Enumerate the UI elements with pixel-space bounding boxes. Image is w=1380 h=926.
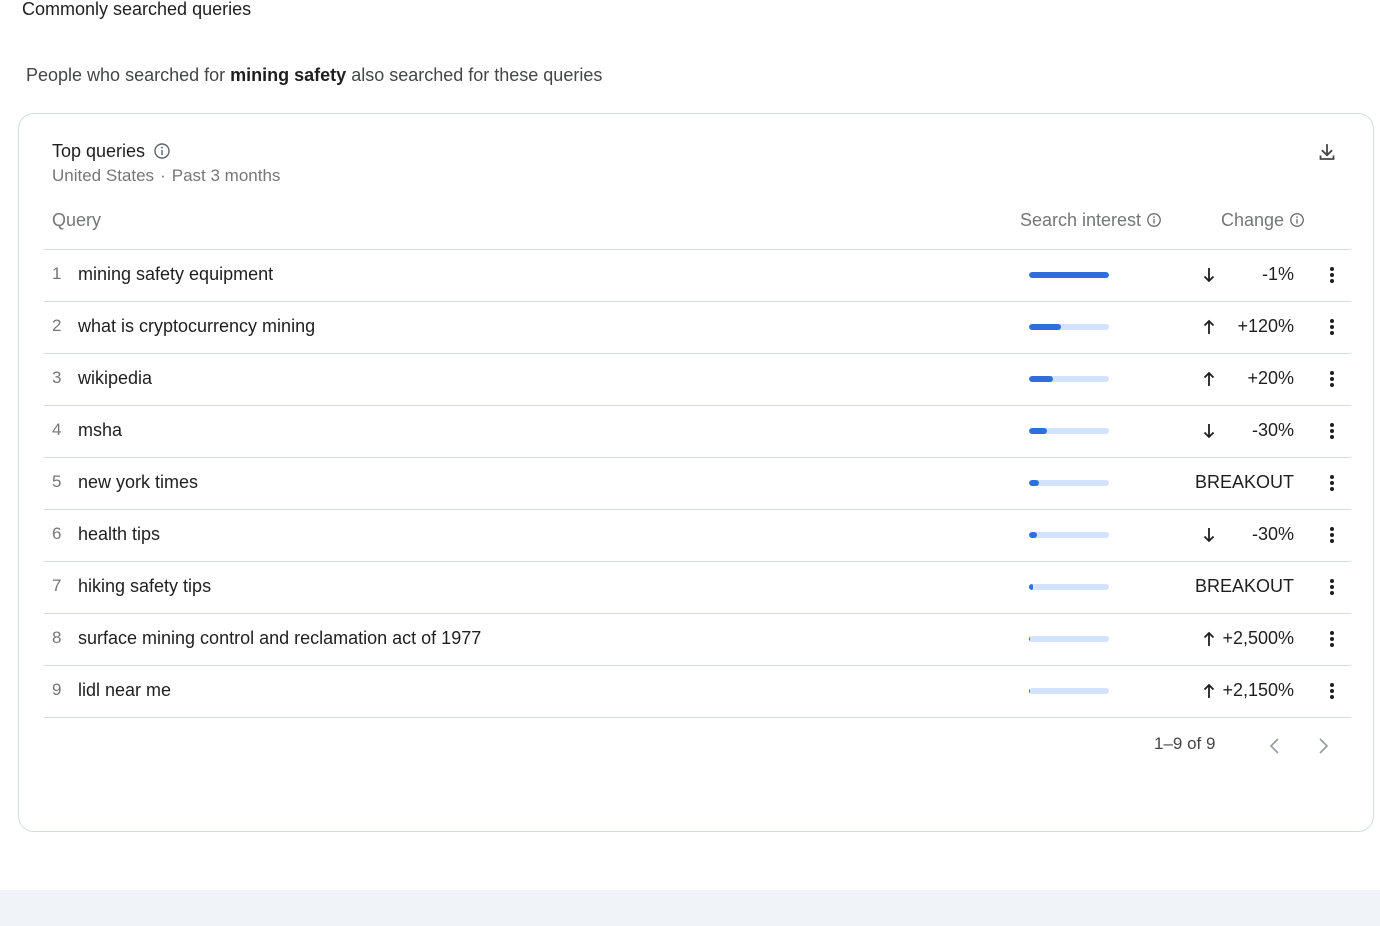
row-change: BREAKOUT: [1194, 472, 1294, 492]
more-vert-icon[interactable]: [1320, 366, 1344, 392]
row-rank: 1: [52, 264, 62, 283]
interest-bar: [1029, 376, 1109, 382]
info-icon[interactable]: [1289, 212, 1307, 230]
table-row[interactable]: 1 mining safety equipment -1%: [44, 250, 1351, 302]
header-change-label: Change: [1221, 210, 1285, 230]
info-icon[interactable]: [1146, 212, 1164, 230]
row-change: +20%: [1247, 368, 1294, 388]
row-query[interactable]: what is cryptocurrency mining: [78, 316, 315, 337]
interest-bar-fill: [1029, 376, 1053, 382]
row-query[interactable]: lidl near me: [78, 680, 171, 701]
row-rank: 6: [52, 524, 62, 543]
more-vert-icon[interactable]: [1320, 522, 1344, 548]
arrow-up-icon: [1200, 680, 1218, 702]
row-rank: 8: [52, 628, 62, 647]
row-query[interactable]: new york times: [78, 472, 198, 493]
interest-bar-fill: [1029, 324, 1061, 330]
row-rank: 7: [52, 576, 62, 595]
row-query[interactable]: msha: [78, 420, 122, 441]
footer-band: [0, 890, 1380, 926]
row-change: +120%: [1237, 316, 1294, 336]
table-row[interactable]: 7 hiking safety tips BREAKOUT: [44, 562, 1351, 614]
arrow-up-icon: [1200, 628, 1218, 650]
header-interest: Search interest: [1020, 210, 1164, 231]
intro-term: mining safety: [230, 65, 347, 85]
table-row[interactable]: 6 health tips -30%: [44, 510, 1351, 562]
interest-bar: [1029, 636, 1109, 642]
row-query[interactable]: hiking safety tips: [78, 576, 211, 597]
more-vert-icon[interactable]: [1320, 262, 1344, 288]
info-icon[interactable]: [153, 142, 171, 160]
more-vert-icon[interactable]: [1320, 626, 1344, 652]
header-query: Query: [52, 210, 102, 230]
region-label: United States: [52, 166, 155, 185]
row-query[interactable]: wikipedia: [78, 368, 152, 389]
table-row[interactable]: 2 what is cryptocurrency mining +120%: [44, 302, 1351, 354]
table-header: Query Search interest Change: [44, 202, 1351, 250]
row-change: +2,150%: [1222, 680, 1294, 700]
row-rank: 2: [52, 316, 62, 335]
table-row[interactable]: 4 msha -30%: [44, 406, 1351, 458]
top-queries-card: Top queries United States · Past 3 months …: [18, 113, 1374, 832]
interest-bar-fill: [1029, 480, 1040, 486]
arrow-up-icon: [1200, 316, 1218, 338]
interest-bar-fill: [1029, 532, 1037, 538]
card-title: Top queries: [52, 140, 171, 162]
interest-bar-fill: [1029, 272, 1109, 278]
card-title-text: Top queries: [52, 141, 146, 161]
row-rank: 5: [52, 472, 62, 491]
arrow-down-icon: [1200, 524, 1218, 546]
more-vert-icon[interactable]: [1320, 418, 1344, 444]
table-row[interactable]: 3 wikipedia +20%: [44, 354, 1351, 406]
download-icon[interactable]: [1315, 140, 1339, 164]
table-row[interactable]: 9 lidl near me +2,150%: [44, 666, 1351, 718]
queries-table: Query Search interest Change 1 mining saf…: [44, 202, 1351, 718]
intro-text: People who searched for mining safety al…: [26, 64, 602, 86]
row-rank: 4: [52, 420, 62, 439]
row-query[interactable]: health tips: [78, 524, 160, 545]
interest-bar: [1029, 428, 1109, 434]
header-interest-label: Search interest: [1020, 210, 1142, 230]
more-vert-icon[interactable]: [1320, 470, 1344, 496]
interest-bar: [1029, 532, 1109, 538]
row-change: BREAKOUT: [1194, 576, 1294, 596]
row-query[interactable]: mining safety equipment: [78, 264, 273, 285]
interest-bar-fill: [1029, 688, 1030, 694]
interest-bar: [1029, 480, 1109, 486]
interest-bar: [1029, 688, 1109, 694]
next-page-icon[interactable]: [1311, 734, 1335, 758]
prev-page-icon[interactable]: [1263, 734, 1287, 758]
separator-dot: ·: [160, 166, 166, 185]
more-vert-icon[interactable]: [1320, 678, 1344, 704]
arrow-down-icon: [1200, 264, 1218, 286]
row-rank: 9: [52, 680, 62, 699]
more-vert-icon[interactable]: [1320, 574, 1344, 600]
table-row[interactable]: 8 surface mining control and reclamation …: [44, 614, 1351, 666]
period-label: Past 3 months: [171, 166, 281, 185]
pagination-label: 1–9 of 9: [1154, 734, 1216, 753]
card-subtitle: United States · Past 3 months: [52, 165, 280, 187]
interest-bar-fill: [1029, 636, 1030, 642]
interest-bar-fill: [1029, 428, 1047, 434]
table-body: 1 mining safety equipment -1% 2 what is cryp…: [44, 250, 1351, 718]
interest-bar: [1029, 272, 1109, 278]
header-change: Change: [1221, 210, 1307, 231]
interest-bar: [1029, 584, 1109, 590]
row-change: -30%: [1251, 420, 1294, 440]
more-vert-icon[interactable]: [1320, 314, 1344, 340]
arrow-up-icon: [1200, 368, 1218, 390]
interest-bar-fill: [1029, 584, 1033, 590]
row-rank: 3: [52, 368, 62, 387]
table-row[interactable]: 5 new york times BREAKOUT: [44, 458, 1351, 510]
interest-bar: [1029, 324, 1109, 330]
row-change: -1%: [1261, 264, 1294, 284]
intro-prefix: People who searched for: [26, 65, 226, 85]
section-title: Commonly searched queries: [22, 0, 252, 19]
row-query[interactable]: surface mining control and reclamation a…: [78, 628, 481, 649]
arrow-down-icon: [1200, 420, 1218, 442]
row-change: +2,500%: [1222, 628, 1294, 648]
row-change: -30%: [1251, 524, 1294, 544]
intro-suffix: also searched for these queries: [351, 65, 603, 85]
